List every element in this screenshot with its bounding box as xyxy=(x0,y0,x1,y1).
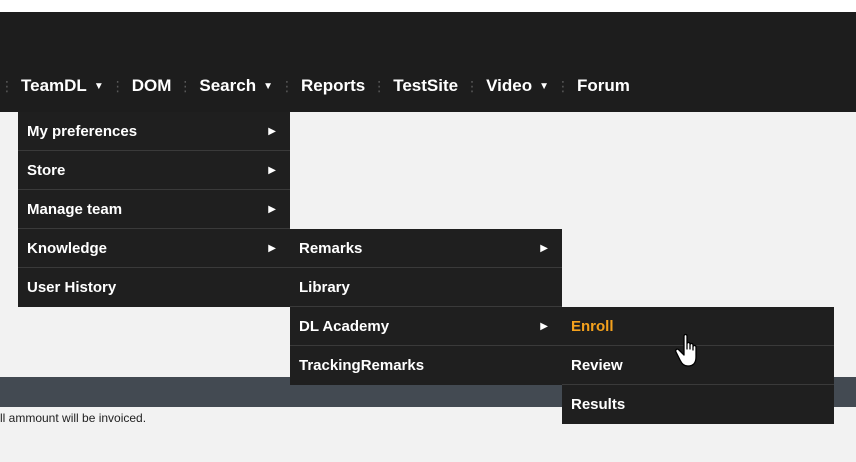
chevron-right-icon: ▶ xyxy=(268,204,276,215)
nav-separator: ⋮ xyxy=(178,77,193,94)
chevron-right-icon: ▶ xyxy=(268,165,276,176)
menu-item-library[interactable]: Library xyxy=(290,268,562,307)
nav-separator: ⋮ xyxy=(556,77,570,94)
nav-dom[interactable]: DOM xyxy=(125,76,179,96)
nav-separator: ⋮ xyxy=(465,77,480,94)
chevron-right-icon: ▶ xyxy=(540,243,548,254)
menu-item-manage-team[interactable]: Manage team ▶ xyxy=(18,190,290,229)
hand-cursor-icon xyxy=(675,333,697,367)
menu-item-label: Enroll xyxy=(571,318,614,335)
menu-item-tracking-remarks[interactable]: TrackingRemarks xyxy=(290,346,562,385)
nav-testsite-label: TestSite xyxy=(393,76,459,95)
menu-item-dl-academy[interactable]: DL Academy ▶ xyxy=(290,307,562,346)
nav-dom-label: DOM xyxy=(131,76,172,95)
nav-reports-label: Reports xyxy=(301,76,366,95)
menu-item-label: Knowledge xyxy=(27,240,108,257)
nav-search[interactable]: Search ▼ xyxy=(192,76,280,96)
nav-video-label: Video xyxy=(486,76,533,95)
nav-separator: ⋮ xyxy=(110,77,125,94)
menu-item-label: User History xyxy=(27,279,117,296)
caret-down-icon: ▼ xyxy=(539,80,549,92)
caret-down-icon: ▼ xyxy=(263,80,273,92)
menu-item-label: Manage team xyxy=(27,201,123,218)
menu-item-label: Library xyxy=(299,279,350,296)
menu-item-label: TrackingRemarks xyxy=(299,357,425,374)
menu-item-results[interactable]: Results xyxy=(562,385,834,424)
menu-item-label: Remarks xyxy=(299,240,363,257)
menu-item-user-history[interactable]: User History xyxy=(18,268,290,307)
navbar: ⋮ TeamDL ▼ ⋮ DOM ⋮ Search ▼ ⋮ Reports ⋮ Te… xyxy=(0,12,856,112)
caret-down-icon: ▼ xyxy=(93,80,104,92)
nav-testsite[interactable]: TestSite xyxy=(386,76,465,96)
menu-item-remarks[interactable]: Remarks ▶ xyxy=(290,229,562,268)
nav-reports[interactable]: Reports xyxy=(294,76,372,96)
nav-separator: ⋮ xyxy=(280,77,294,94)
top-band xyxy=(0,0,856,12)
menu-item-knowledge[interactable]: Knowledge ▶ xyxy=(18,229,290,268)
menu-item-label: Review xyxy=(571,357,623,374)
nav-teamdl-label: TeamDL xyxy=(21,76,87,95)
nav-video[interactable]: Video ▼ xyxy=(479,76,556,96)
chevron-right-icon: ▶ xyxy=(268,126,276,137)
menu-item-label: Store xyxy=(27,162,66,179)
teamdl-dropdown-menu: My preferences ▶ Store ▶ Manage team ▶ K… xyxy=(18,112,290,307)
menu-item-label: My preferences xyxy=(27,123,138,140)
nav-items: ⋮ TeamDL ▼ ⋮ DOM ⋮ Search ▼ ⋮ Reports ⋮ Te… xyxy=(0,72,637,100)
nav-forum-label: Forum xyxy=(577,76,630,95)
footer-text: ll ammount will be invoiced. xyxy=(0,411,147,425)
menu-item-store[interactable]: Store ▶ xyxy=(18,151,290,190)
chevron-right-icon: ▶ xyxy=(540,321,548,332)
chevron-right-icon: ▶ xyxy=(268,243,276,254)
knowledge-submenu: Remarks ▶ Library DL Academy ▶ TrackingR… xyxy=(290,229,562,385)
nav-search-label: Search xyxy=(199,76,257,95)
menu-item-my-preferences[interactable]: My preferences ▶ xyxy=(18,112,290,151)
nav-separator: ⋮ xyxy=(0,77,14,94)
nav-forum[interactable]: Forum xyxy=(570,76,637,96)
menu-item-label: Results xyxy=(571,396,626,413)
nav-teamdl[interactable]: TeamDL ▼ xyxy=(14,76,111,96)
nav-separator: ⋮ xyxy=(372,77,387,94)
menu-item-label: DL Academy xyxy=(299,318,390,335)
